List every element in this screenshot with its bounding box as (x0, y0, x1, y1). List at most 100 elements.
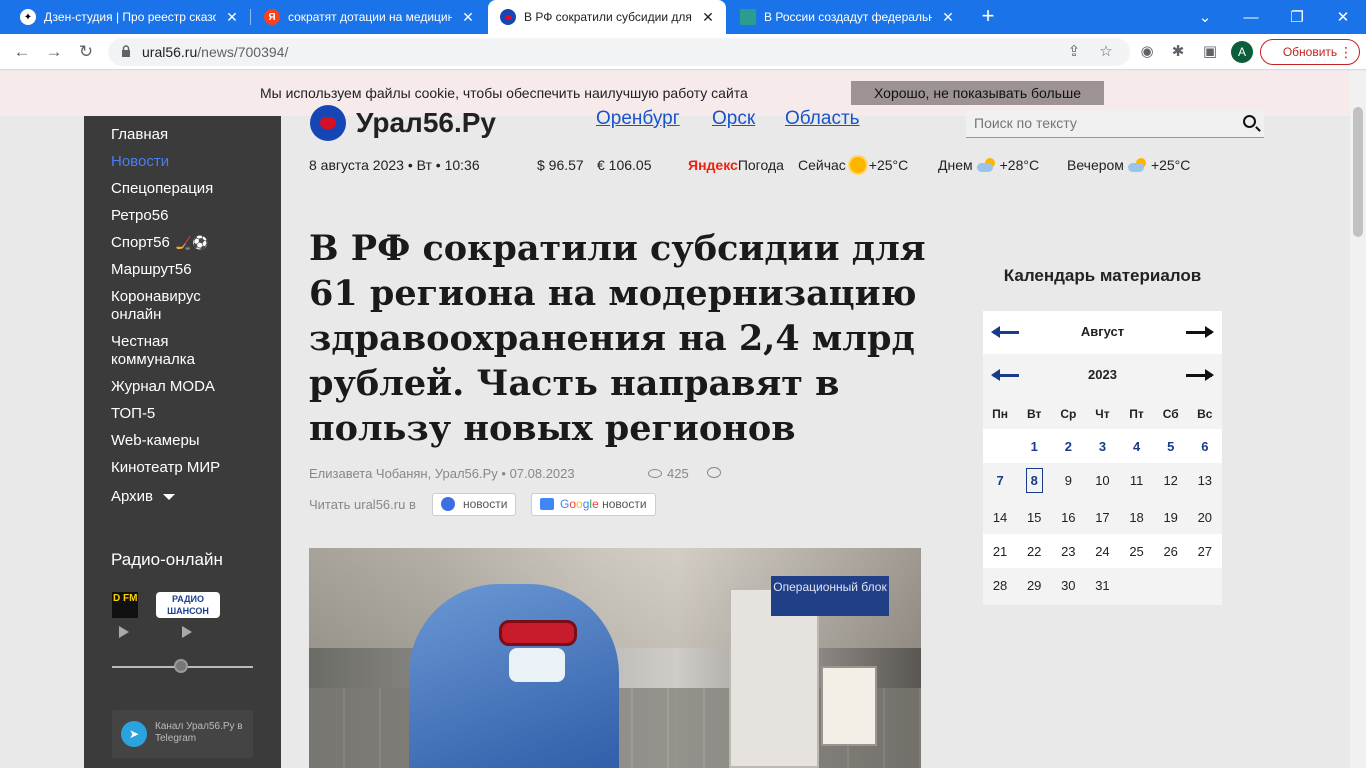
sidebar-item-label: Архив (111, 488, 154, 505)
calendar-day-number: 8 (1025, 467, 1043, 493)
sun-icon (849, 157, 866, 173)
side-panel-icon[interactable]: ▣ (1200, 42, 1220, 62)
ural56-logo-icon (310, 105, 346, 141)
city-link-orsk[interactable]: Орск (712, 108, 755, 130)
tab-federal[interactable]: В России создадут федеральны ✕ (728, 0, 966, 34)
tab-dzen-studio[interactable]: ✦ Дзен-студия | Про реестр сказо ✕ (8, 0, 250, 34)
tab-ural56-active[interactable]: В РФ сократили субсидии для 6 ✕ (488, 0, 726, 34)
sidebar-item-retro56[interactable]: Ретро56 (111, 207, 168, 225)
sidebar-item-utilities[interactable]: Честная коммуналка (111, 333, 221, 369)
calendar-day[interactable]: 6 (1188, 429, 1222, 463)
sidebar-item-news[interactable]: Новости (111, 153, 169, 171)
calendar-empty-cell (1120, 568, 1154, 602)
url-text: ural56.ru/news/700394/ (142, 44, 288, 60)
close-tab-icon[interactable]: ✕ (460, 10, 476, 24)
city-link-region[interactable]: Область (785, 108, 860, 130)
sidebar-item-archive[interactable]: Архив (111, 488, 176, 506)
calendar-year-header: 2023 (983, 354, 1222, 397)
tab-search-chevron-icon[interactable]: ⌄ (1182, 0, 1228, 34)
lens-icon[interactable]: ◉ (1137, 42, 1157, 62)
cookie-text: Мы используем файлы cookie, чтобы обеспе… (260, 85, 748, 101)
calendar-day[interactable]: 1 (1017, 429, 1051, 463)
calendar-week-row: 1 2 3 4 5 6 (983, 429, 1222, 463)
address-bar[interactable]: ural56.ru/news/700394/ ⇪ ☆ (108, 38, 1130, 66)
sidebar-item-main[interactable]: Главная (111, 126, 168, 144)
weather-now-value: +25°C (868, 157, 909, 173)
next-year-arrow-icon[interactable] (1186, 369, 1214, 381)
tab-separator (250, 9, 251, 25)
play-icon[interactable] (119, 626, 129, 638)
page-scrollbar[interactable] (1350, 71, 1366, 768)
calendar-day[interactable]: 4 (1120, 429, 1154, 463)
calendar-day: 20 (1188, 500, 1222, 534)
update-browser-button[interactable]: Обновить (1260, 39, 1360, 65)
city-link-orenburg[interactable]: Оренбург (596, 108, 680, 130)
tab-yandex[interactable]: Я сократят дотации на медицину ✕ (252, 0, 486, 34)
site-logo[interactable]: Урал56.Ру (310, 105, 496, 141)
hero-mask (509, 648, 565, 682)
zen-news-label: новости (463, 497, 508, 511)
scrollbar-thumb[interactable] (1353, 107, 1363, 237)
calendar-weekday: Вс (1197, 407, 1213, 421)
calendar-day-number: 28 (992, 577, 1008, 593)
weather-evening: Вечером +25°C (1067, 157, 1190, 173)
reload-icon[interactable]: ↻ (74, 40, 98, 64)
hero-goggles (499, 620, 577, 646)
share-icon[interactable]: ⇪ (1064, 42, 1084, 62)
weather-now: Сейчас +25°C (798, 157, 908, 173)
close-tab-icon[interactable]: ✕ (224, 10, 240, 24)
calendar-day[interactable]: 7 (983, 463, 1017, 497)
forward-icon[interactable]: → (42, 40, 66, 64)
sidebar-item-moda[interactable]: Журнал MODA (111, 378, 215, 396)
calendar-day-number: 31 (1095, 577, 1110, 593)
calendar-day: 16 (1051, 500, 1085, 534)
calendar-day: 21 (983, 534, 1017, 568)
close-window-icon[interactable]: ✕ (1320, 0, 1366, 34)
search-input[interactable] (966, 110, 1226, 136)
close-tab-icon[interactable]: ✕ (700, 10, 716, 24)
logo-text: Урал56.Ру (356, 107, 496, 138)
new-tab-icon[interactable]: + (976, 5, 1000, 29)
sidebar-item-route56[interactable]: Маршрут56 (111, 261, 192, 279)
search-icon[interactable] (1243, 115, 1256, 128)
views-count: 425 (667, 466, 689, 481)
calendar-day[interactable]: 2 (1051, 429, 1085, 463)
sidebar-item-coronavirus[interactable]: Коронавирус онлайн (111, 288, 231, 324)
zen-news-button[interactable]: новости (432, 493, 517, 516)
calendar-day-number: 30 (1061, 577, 1076, 593)
sidebar-item-special-operation[interactable]: Спецоперация (111, 180, 213, 198)
volume-slider-handle[interactable] (174, 659, 188, 673)
sidebar-item-sport56[interactable]: Спорт56 🏒⚽ (111, 234, 208, 252)
play-icon[interactable] (182, 626, 192, 638)
calendar-day: 17 (1085, 500, 1119, 534)
radio-shanson-logo[interactable]: РАДИО ШАНСОН (156, 592, 220, 618)
browser-toolbar: ← → ↻ ural56.ru/news/700394/ ⇪ ☆ ◉ ✱ ▣ A… (0, 34, 1366, 70)
yandex-weather-logo[interactable]: ЯндексПогода (688, 157, 784, 173)
calendar-day[interactable]: 5 (1154, 429, 1188, 463)
bookmark-star-icon[interactable]: ☆ (1096, 42, 1116, 62)
calendar-day[interactable]: 8 (1017, 463, 1051, 497)
yandex-favicon-icon: Я (264, 9, 280, 25)
calendar-empty-cell (983, 429, 1017, 463)
extensions-puzzle-icon[interactable]: ✱ (1168, 42, 1188, 62)
calendar-day[interactable]: 3 (1085, 429, 1119, 463)
calendar-week-row: 14 15 16 17 18 19 20 (983, 500, 1222, 534)
sidebar-item-top5[interactable]: ТОП-5 (111, 405, 155, 423)
map-favicon-icon (740, 9, 756, 25)
next-month-arrow-icon[interactable] (1186, 326, 1214, 338)
restore-icon[interactable]: ❐ (1274, 0, 1320, 34)
calendar-day-number: 18 (1129, 509, 1144, 525)
google-news-button[interactable]: Google новости (531, 493, 656, 516)
comment-icon[interactable] (707, 467, 721, 478)
radio-dfm-logo[interactable]: D FM (112, 592, 138, 618)
telegram-channel-link[interactable]: ➤ Канал Урал56.Ру в Telegram (112, 710, 253, 758)
profile-avatar[interactable]: A (1231, 41, 1253, 63)
calendar-day-number: 19 (1163, 509, 1178, 525)
sidebar-item-webcams[interactable]: Web-камеры (111, 432, 200, 450)
telegram-icon: ➤ (121, 721, 147, 747)
close-tab-icon[interactable]: ✕ (940, 10, 956, 24)
cookie-accept-button[interactable]: Хорошо, не показывать больше (851, 81, 1104, 105)
sidebar-item-cinema[interactable]: Кинотеатр МИР (111, 459, 220, 477)
minimize-icon[interactable]: — (1228, 0, 1274, 34)
back-icon[interactable]: ← (10, 40, 34, 64)
